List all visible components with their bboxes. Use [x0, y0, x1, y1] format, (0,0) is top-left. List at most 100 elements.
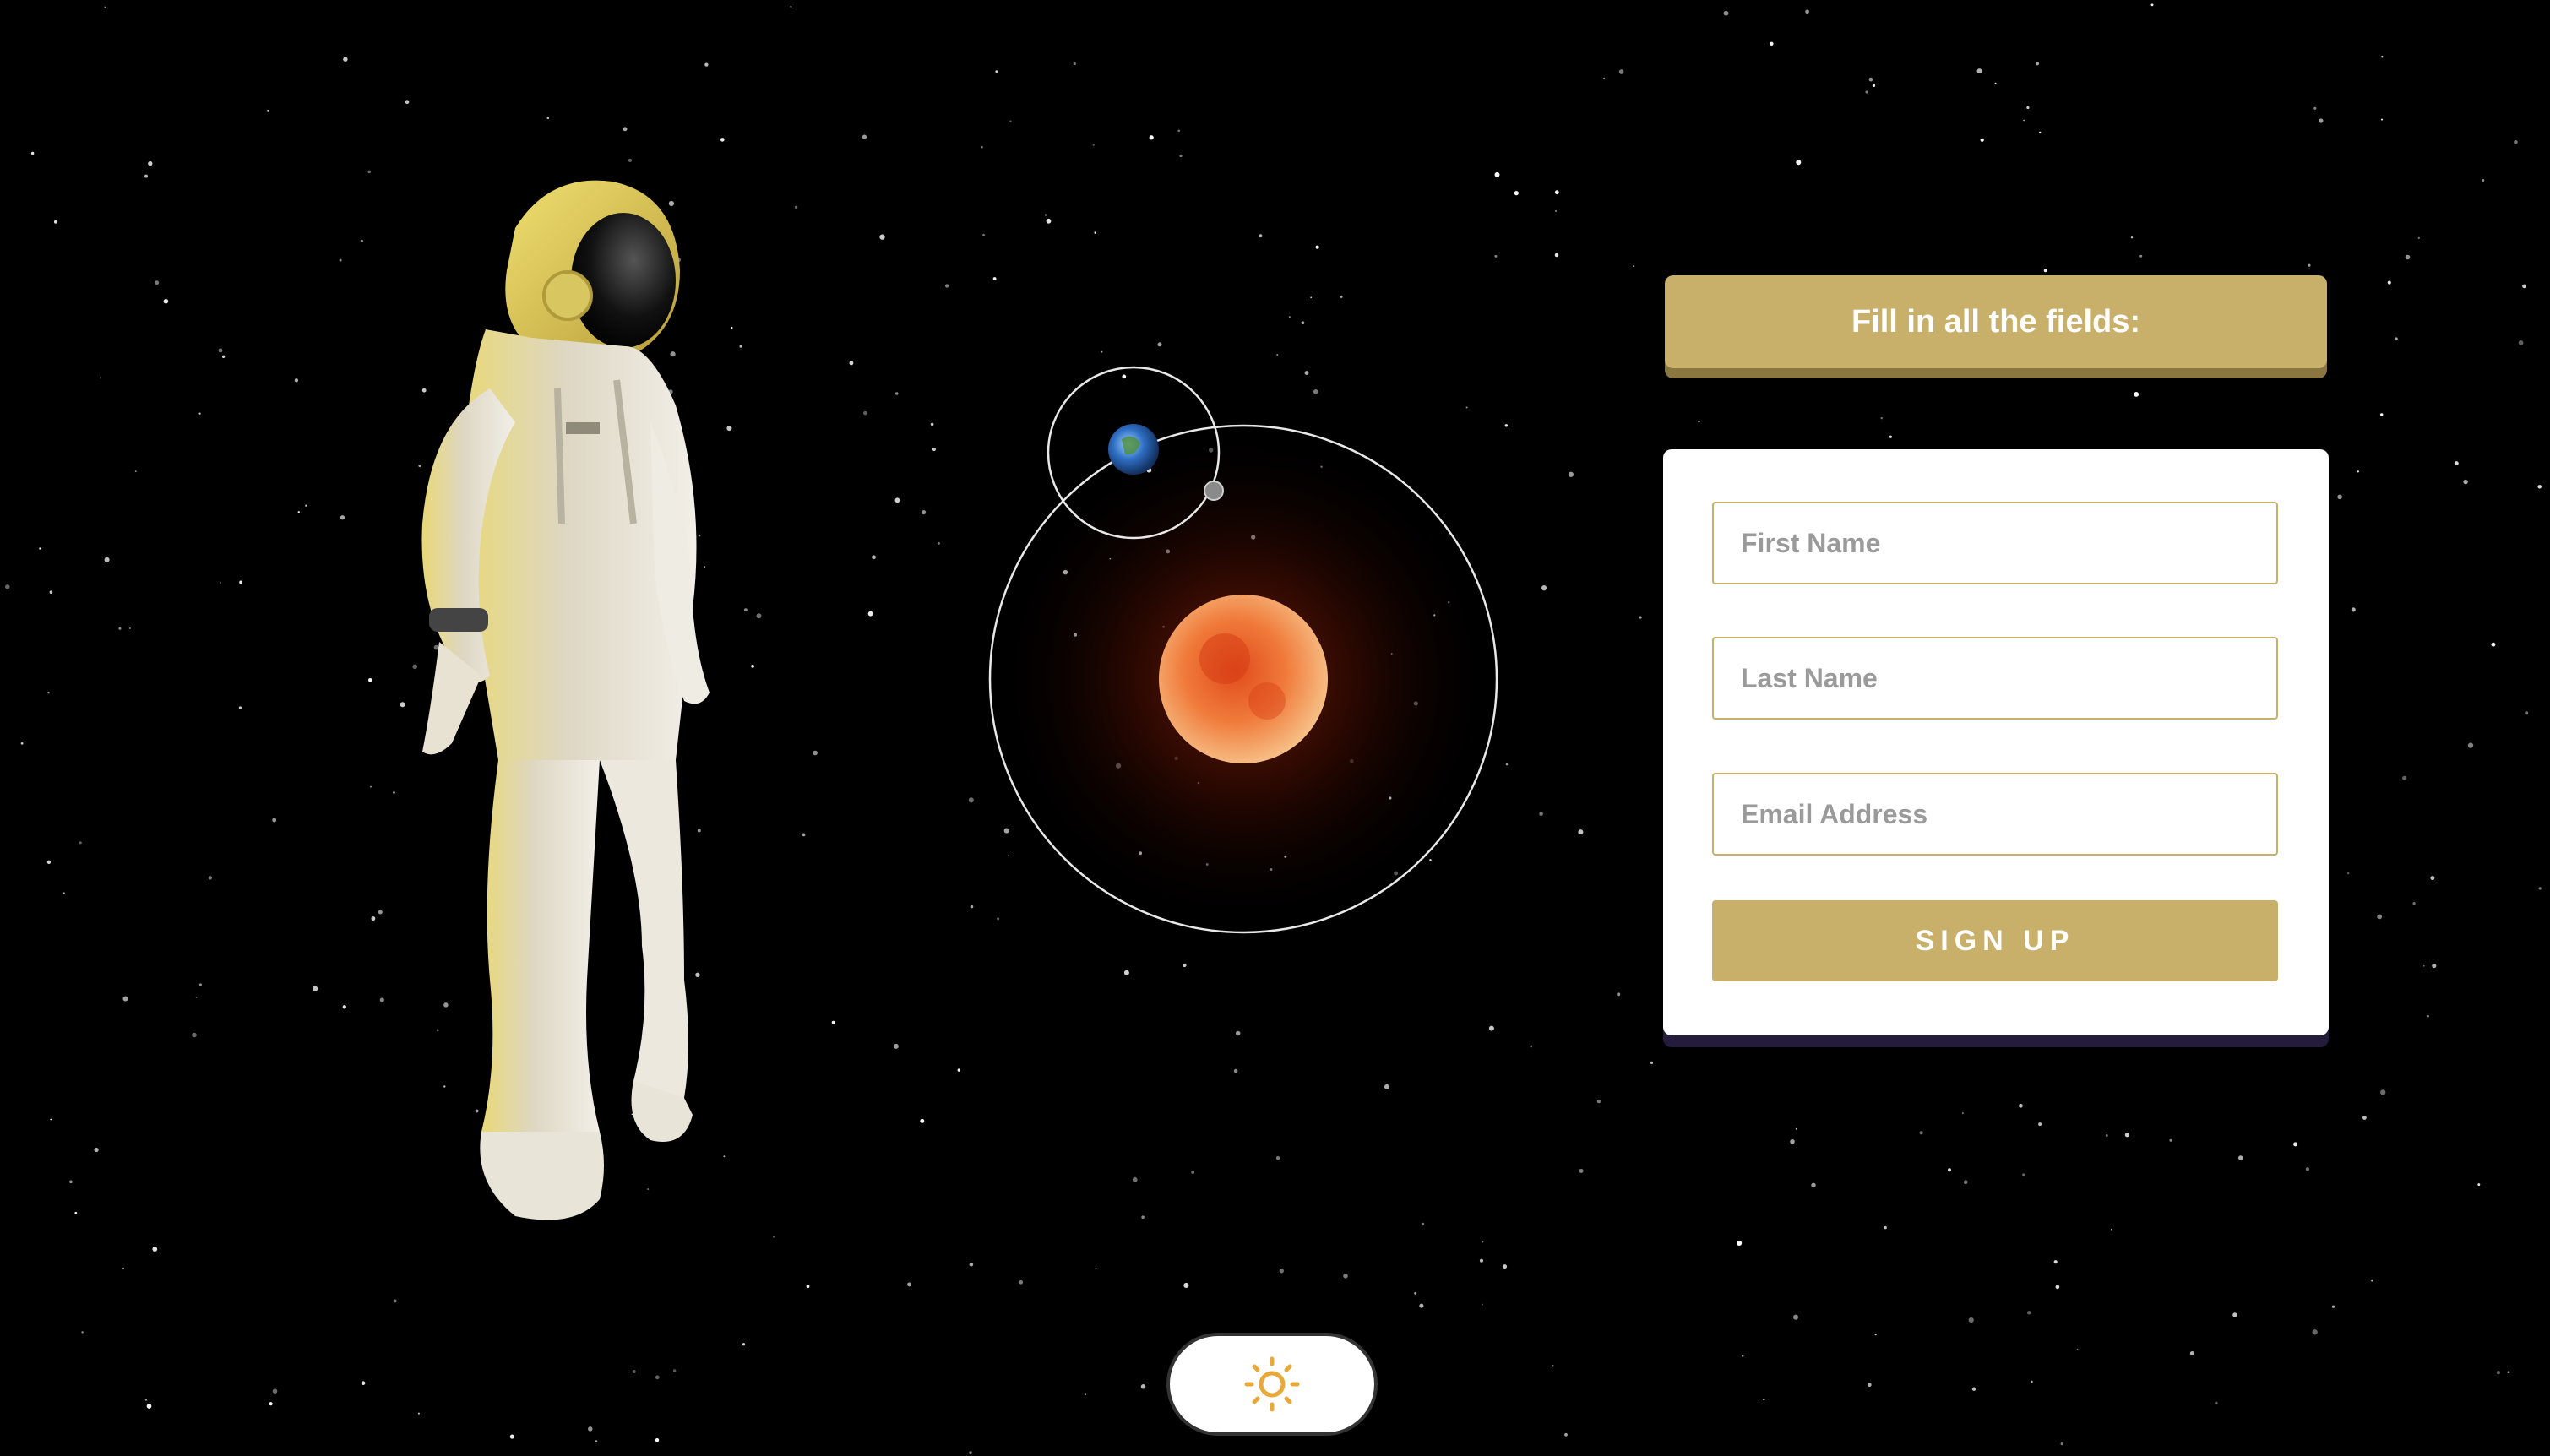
star [893, 1043, 899, 1049]
star [1579, 1168, 1584, 1173]
star [704, 62, 709, 67]
star [1275, 1155, 1280, 1160]
star [628, 158, 632, 162]
star [1073, 62, 1076, 66]
first-name-input[interactable] [1712, 502, 2278, 584]
star [148, 160, 153, 166]
star [1539, 812, 1543, 816]
star [1963, 1180, 1968, 1185]
star [47, 692, 50, 694]
star [1976, 68, 1982, 74]
star [1343, 1274, 1348, 1279]
star [944, 284, 949, 288]
star [2432, 964, 2437, 969]
star [53, 220, 57, 224]
star [1289, 316, 1291, 318]
star [2377, 914, 2383, 920]
star [1865, 90, 1868, 94]
star [2130, 236, 2134, 239]
star [2076, 1348, 2079, 1350]
star [2380, 118, 2384, 121]
star [1481, 1303, 1483, 1306]
star [2518, 340, 2524, 345]
star [122, 1268, 125, 1270]
star [122, 996, 128, 1002]
star [2387, 280, 2391, 285]
star [1259, 234, 1263, 238]
star [546, 117, 550, 120]
star [5, 584, 10, 589]
star [405, 100, 410, 105]
star [118, 627, 122, 630]
star [129, 627, 131, 629]
star [267, 110, 269, 112]
star [1101, 350, 1103, 353]
star [1494, 171, 1500, 177]
star [2537, 485, 2542, 489]
star [69, 1180, 73, 1184]
star [2150, 3, 2154, 7]
star [509, 1434, 514, 1439]
star [672, 1369, 677, 1372]
star [2043, 269, 2047, 273]
star [2482, 179, 2485, 182]
star [94, 1147, 99, 1153]
star [2351, 607, 2356, 612]
star [1552, 1365, 1554, 1367]
star [361, 1381, 366, 1386]
star [1650, 1061, 1654, 1064]
star [1770, 41, 1774, 46]
sign-up-button[interactable]: SIGN UP [1712, 900, 2278, 981]
star [2189, 1351, 2194, 1355]
star [2134, 392, 2139, 397]
star [995, 70, 998, 73]
star [144, 174, 148, 178]
star [1947, 1168, 1952, 1172]
last-name-input[interactable] [1712, 637, 2278, 720]
star [907, 1282, 912, 1287]
star [2467, 742, 2474, 748]
star [1191, 1171, 1195, 1174]
star [81, 1331, 84, 1334]
star [1541, 585, 1547, 591]
star [1044, 214, 1047, 216]
star [1742, 1355, 1744, 1357]
star [152, 1247, 158, 1252]
star [1792, 1314, 1799, 1320]
star [1179, 154, 1183, 158]
star [2124, 1133, 2129, 1138]
star [2525, 711, 2529, 715]
star [2380, 413, 2384, 416]
star [2491, 642, 2496, 647]
star [872, 555, 876, 560]
star [2055, 1285, 2060, 1290]
star [342, 1005, 346, 1009]
star [1796, 160, 1802, 166]
star [1763, 1399, 1765, 1401]
star [294, 378, 299, 383]
star [312, 986, 318, 991]
star [1633, 265, 1635, 268]
star [1414, 1291, 1417, 1295]
email-input[interactable] [1712, 773, 2278, 856]
star [360, 239, 363, 242]
star [1578, 829, 1584, 835]
star [2522, 284, 2526, 289]
star [1874, 1333, 1877, 1336]
star [1872, 84, 1876, 88]
sun-icon [1244, 1356, 1300, 1412]
solar-system-illustration [988, 366, 1498, 934]
star [595, 1440, 598, 1442]
star [46, 860, 52, 864]
star [2105, 1133, 2108, 1137]
star [930, 422, 934, 426]
star [2027, 1311, 2031, 1315]
star [1994, 82, 1997, 84]
star [1157, 342, 1162, 347]
star [1009, 120, 1012, 123]
star [720, 138, 725, 142]
star [2380, 1089, 2386, 1095]
signup-form-card: SIGN UP [1663, 449, 2329, 1035]
theme-toggle-button[interactable] [1166, 1333, 1378, 1436]
star [862, 134, 867, 139]
